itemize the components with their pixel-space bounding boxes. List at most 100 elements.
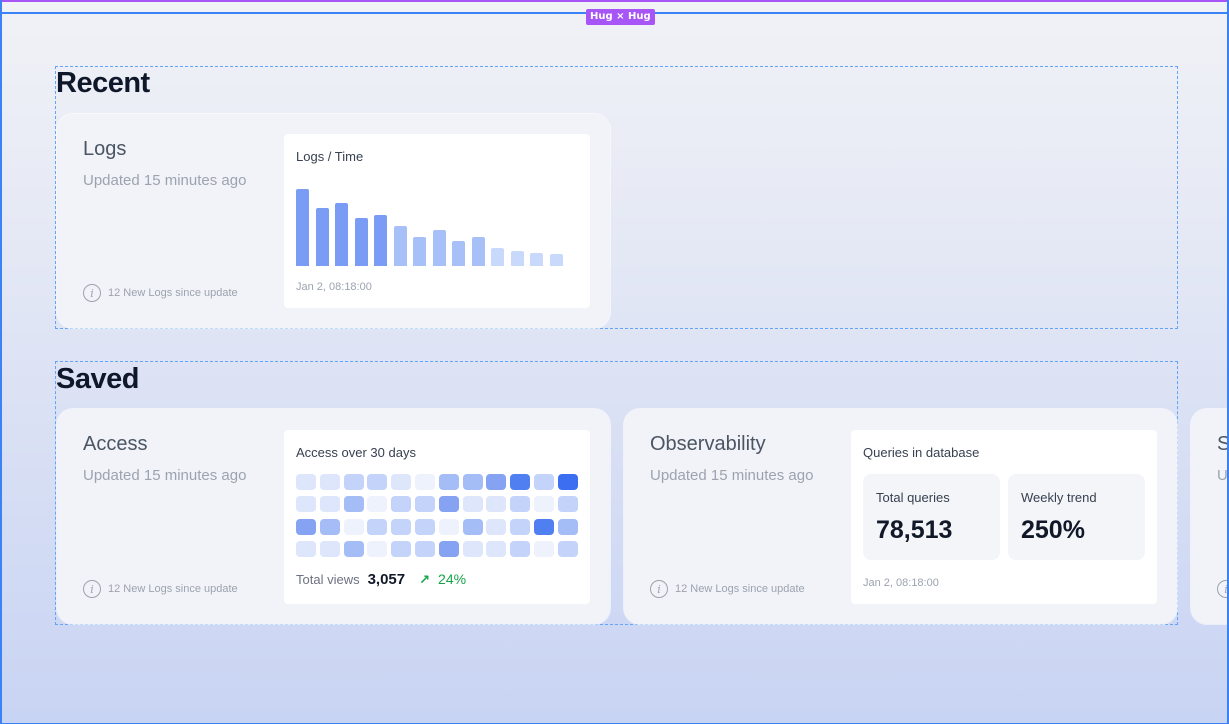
heatmap-cell[interactable] (415, 518, 435, 535)
logs-bar[interactable] (335, 202, 348, 266)
heatmap-cell[interactable] (391, 540, 412, 557)
queries-panel[interactable]: Queries in database Total queries 78,513… (851, 430, 1157, 604)
access-heatmap-panel[interactable]: Access over 30 days Total views 3,057 ↗ … (284, 430, 590, 604)
logs-card-footer-text: 12 New Logs since update (108, 287, 238, 299)
info-icon: i (83, 580, 101, 598)
logs-card[interactable]: Logs Updated 15 minutes ago i 12 New Log… (57, 114, 610, 328)
logs-bar[interactable] (315, 207, 329, 266)
canvas-frame: Hug × Hug Recent Logs Updated 15 minutes… (0, 0, 1229, 724)
heatmap-cell[interactable] (391, 496, 412, 513)
weekly-trend-value: 250% (1021, 516, 1085, 544)
heatmap-cell[interactable] (367, 540, 388, 557)
heatmap-cell[interactable] (343, 496, 364, 513)
heatmap-cell[interactable] (319, 518, 340, 535)
heatmap-cell[interactable] (391, 518, 412, 535)
logs-chart-title: Logs / Time (296, 149, 364, 164)
access-card-updated: Updated 15 minutes ago (83, 467, 247, 484)
total-queries-label: Total queries (876, 490, 950, 505)
heatmap-cell[interactable] (486, 496, 507, 513)
heatmap-cell[interactable] (486, 474, 507, 490)
heatmap-cell[interactable] (438, 474, 459, 490)
logs-bar[interactable] (549, 253, 563, 266)
heatmap-cell[interactable] (510, 474, 531, 490)
heatmap-cell[interactable] (534, 474, 554, 490)
logs-bar[interactable] (530, 252, 543, 266)
heatmap-cell[interactable] (367, 518, 388, 535)
logs-bar-chart (296, 178, 576, 266)
observability-card-title: Observability (650, 433, 766, 455)
queries-panel-title: Queries in database (863, 445, 980, 460)
heatmap-cell[interactable] (343, 474, 364, 490)
partial-card[interactable]: S U i (1191, 409, 1228, 624)
heatmap-cell[interactable] (319, 474, 340, 490)
observability-card-updated: Updated 15 minutes ago (650, 467, 814, 484)
heatmap-cell[interactable] (510, 496, 531, 513)
access-card[interactable]: Access Updated 15 minutes ago i 12 New L… (57, 409, 610, 624)
logs-card-updated: Updated 15 minutes ago (83, 172, 247, 189)
heatmap-cell[interactable] (462, 540, 483, 557)
heatmap-cell[interactable] (557, 518, 578, 535)
heatmap-cell[interactable] (296, 518, 316, 535)
partial-card-footer: i (1217, 580, 1227, 598)
access-heatmap-title: Access over 30 days (296, 445, 416, 460)
heatmap-cell[interactable] (319, 540, 340, 557)
logs-bar[interactable] (296, 188, 309, 266)
heatmap-cell[interactable] (557, 474, 578, 490)
heatmap-cell[interactable] (510, 540, 531, 557)
heatmap-cell[interactable] (415, 496, 435, 513)
heatmap-cell[interactable] (415, 474, 435, 490)
heatmap-cell[interactable] (343, 540, 364, 557)
logs-bar[interactable] (413, 236, 426, 266)
info-icon: i (1217, 580, 1227, 598)
size-badge[interactable]: Hug × Hug (586, 9, 655, 25)
logs-bar[interactable] (432, 229, 446, 266)
heatmap-cell[interactable] (462, 474, 483, 490)
weekly-trend-label: Weekly trend (1021, 490, 1097, 505)
logs-bar[interactable] (374, 214, 387, 266)
heatmap-cell[interactable] (296, 496, 316, 513)
heatmap-cell[interactable] (510, 518, 531, 535)
selection-outline-top (2, 0, 1227, 2)
heatmap-cell[interactable] (415, 540, 435, 557)
heatmap-cell[interactable] (557, 540, 578, 557)
partial-card-updated: U (1217, 467, 1228, 484)
heatmap-cell[interactable] (462, 518, 483, 535)
heatmap-cell[interactable] (391, 474, 412, 490)
heatmap-cell[interactable] (534, 496, 554, 513)
logs-bar[interactable] (354, 217, 368, 266)
heatmap-cell[interactable] (462, 496, 483, 513)
heatmap-cell[interactable] (296, 474, 316, 490)
total-views-label: Total views (296, 572, 360, 587)
heatmap-cell[interactable] (557, 496, 578, 513)
heatmap-cell[interactable] (343, 518, 364, 535)
heatmap-cell[interactable] (438, 518, 459, 535)
access-card-footer: i 12 New Logs since update (83, 580, 238, 598)
total-queries-value: 78,513 (876, 516, 953, 544)
heatmap-cell[interactable] (319, 496, 340, 513)
logs-chart-panel[interactable]: Logs / Time Jan 2, 08:18:00 (284, 134, 590, 308)
trend-value: 24% (438, 571, 467, 587)
heatmap-cell[interactable] (367, 474, 388, 490)
weekly-trend-stat[interactable]: Weekly trend 250% (1008, 474, 1145, 560)
arrow-up-right-icon: ↗ (419, 572, 431, 587)
access-card-footer-text: 12 New Logs since update (108, 583, 238, 595)
logs-bar[interactable] (452, 241, 465, 266)
logs-bar[interactable] (510, 251, 524, 266)
observability-card-footer-text: 12 New Logs since update (675, 583, 805, 595)
logs-bar[interactable] (393, 225, 407, 266)
heatmap-cell[interactable] (438, 540, 459, 557)
heatmap-cell[interactable] (486, 540, 507, 557)
heatmap-cell[interactable] (438, 496, 459, 513)
heatmap-cell[interactable] (534, 540, 554, 557)
heatmap-cell[interactable] (367, 496, 388, 513)
heatmap-cell[interactable] (534, 518, 554, 535)
observability-card[interactable]: Observability Updated 15 minutes ago i 1… (624, 409, 1177, 624)
heatmap-cell[interactable] (296, 540, 316, 557)
access-heatmap (296, 474, 579, 562)
logs-bar[interactable] (491, 248, 504, 266)
total-views-value: 3,057 (367, 571, 406, 588)
total-queries-stat[interactable]: Total queries 78,513 (863, 474, 1000, 560)
heatmap-cell[interactable] (486, 518, 507, 535)
queries-panel-date: Jan 2, 08:18:00 (863, 577, 939, 589)
logs-bar[interactable] (471, 236, 485, 266)
